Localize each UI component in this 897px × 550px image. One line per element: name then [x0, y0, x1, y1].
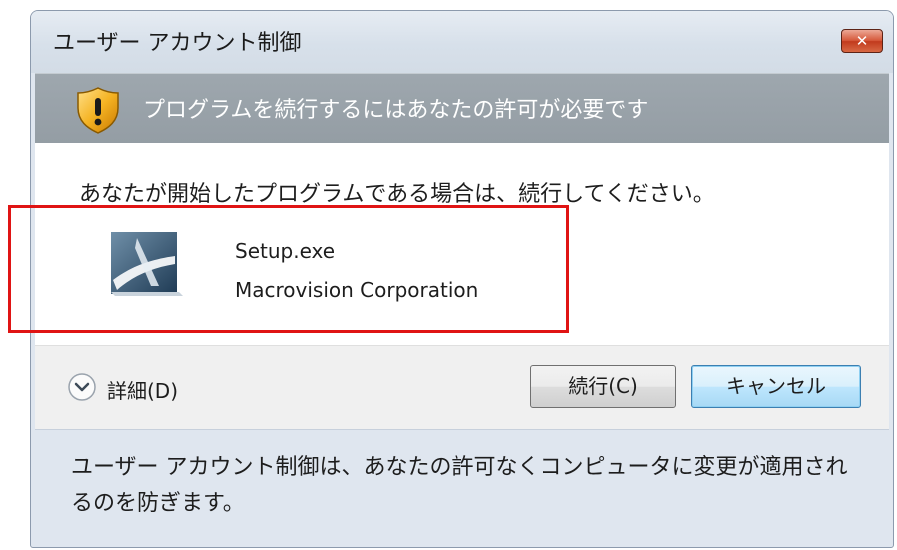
close-button[interactable]: ✕ — [841, 29, 883, 53]
details-toggle[interactable]: 詳細(D) — [107, 375, 178, 404]
footer-text: ユーザー アカウント制御は、あなたの許可なくコンピュータに変更が適用されるのを防… — [71, 455, 848, 516]
window-title: ユーザー アカウント制御 — [53, 31, 302, 56]
title-bar: ユーザー アカウント制御 ✕ — [31, 11, 893, 73]
continue-button[interactable]: 続行(C) — [530, 365, 676, 408]
footer-panel: ユーザー アカウント制御は、あなたの許可なくコンピュータに変更が適用されるのを防… — [35, 429, 889, 543]
chevron-down-icon[interactable] — [67, 372, 97, 402]
instruction-text: あなたが開始したプログラムである場合は、続行してください。 — [79, 182, 715, 207]
highlight-box — [8, 205, 569, 333]
banner-heading: プログラムを続行するにはあなたの許可が必要です — [143, 98, 649, 123]
shield-warning-icon — [77, 87, 119, 134]
warning-banner: プログラムを続行するにはあなたの許可が必要です — [35, 73, 889, 144]
cancel-button[interactable]: キャンセル — [691, 365, 861, 408]
close-icon: ✕ — [855, 32, 869, 50]
button-bar: 詳細(D) 続行(C) キャンセル — [35, 345, 889, 430]
